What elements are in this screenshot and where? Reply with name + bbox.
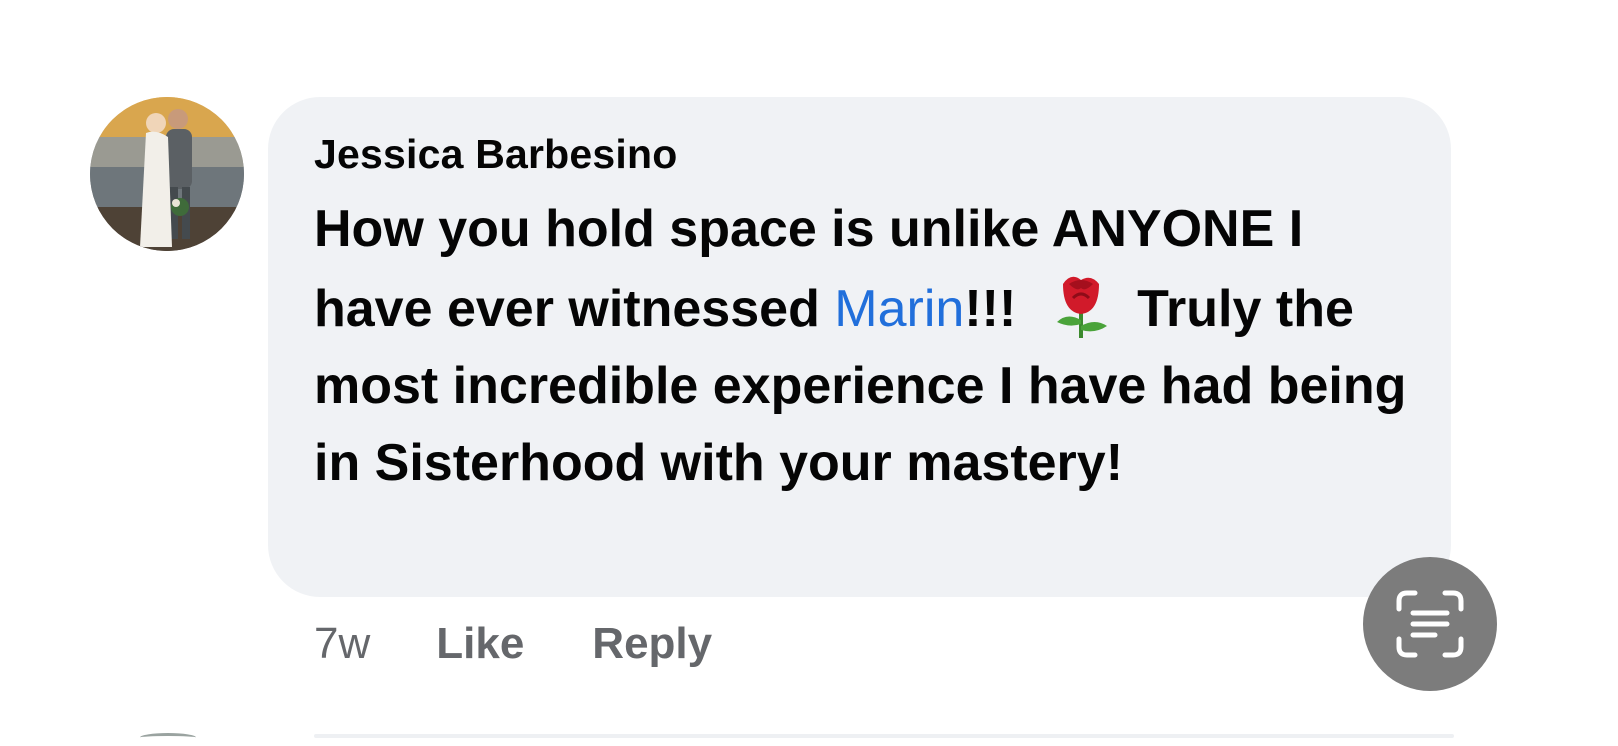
comment-text-part: !!! [964, 280, 1031, 338]
mention-link[interactable]: Marin [834, 280, 964, 338]
avatar-photo [90, 97, 244, 251]
comment-thread: Jessica Barbesino How you hold space is … [0, 0, 1618, 746]
rose-emoji-icon [1056, 276, 1107, 338]
live-text-scan-button[interactable] [1363, 557, 1497, 691]
reply-button[interactable]: Reply [592, 619, 712, 669]
avatar[interactable] [90, 97, 244, 251]
comment-timestamp[interactable]: 7w [314, 619, 370, 669]
comment-author-name[interactable]: Jessica Barbesino [314, 131, 1407, 177]
scan-icon [1396, 590, 1464, 658]
comment-actions: 7w Like Reply [314, 617, 712, 671]
next-comment-avatar [140, 733, 196, 742]
like-button[interactable]: Like [436, 619, 524, 669]
comment-bubble: Jessica Barbesino How you hold space is … [268, 97, 1451, 597]
next-comment-bubble-edge [314, 734, 1454, 738]
comment-text: How you hold space is unlike ANYONE I ha… [314, 191, 1407, 502]
